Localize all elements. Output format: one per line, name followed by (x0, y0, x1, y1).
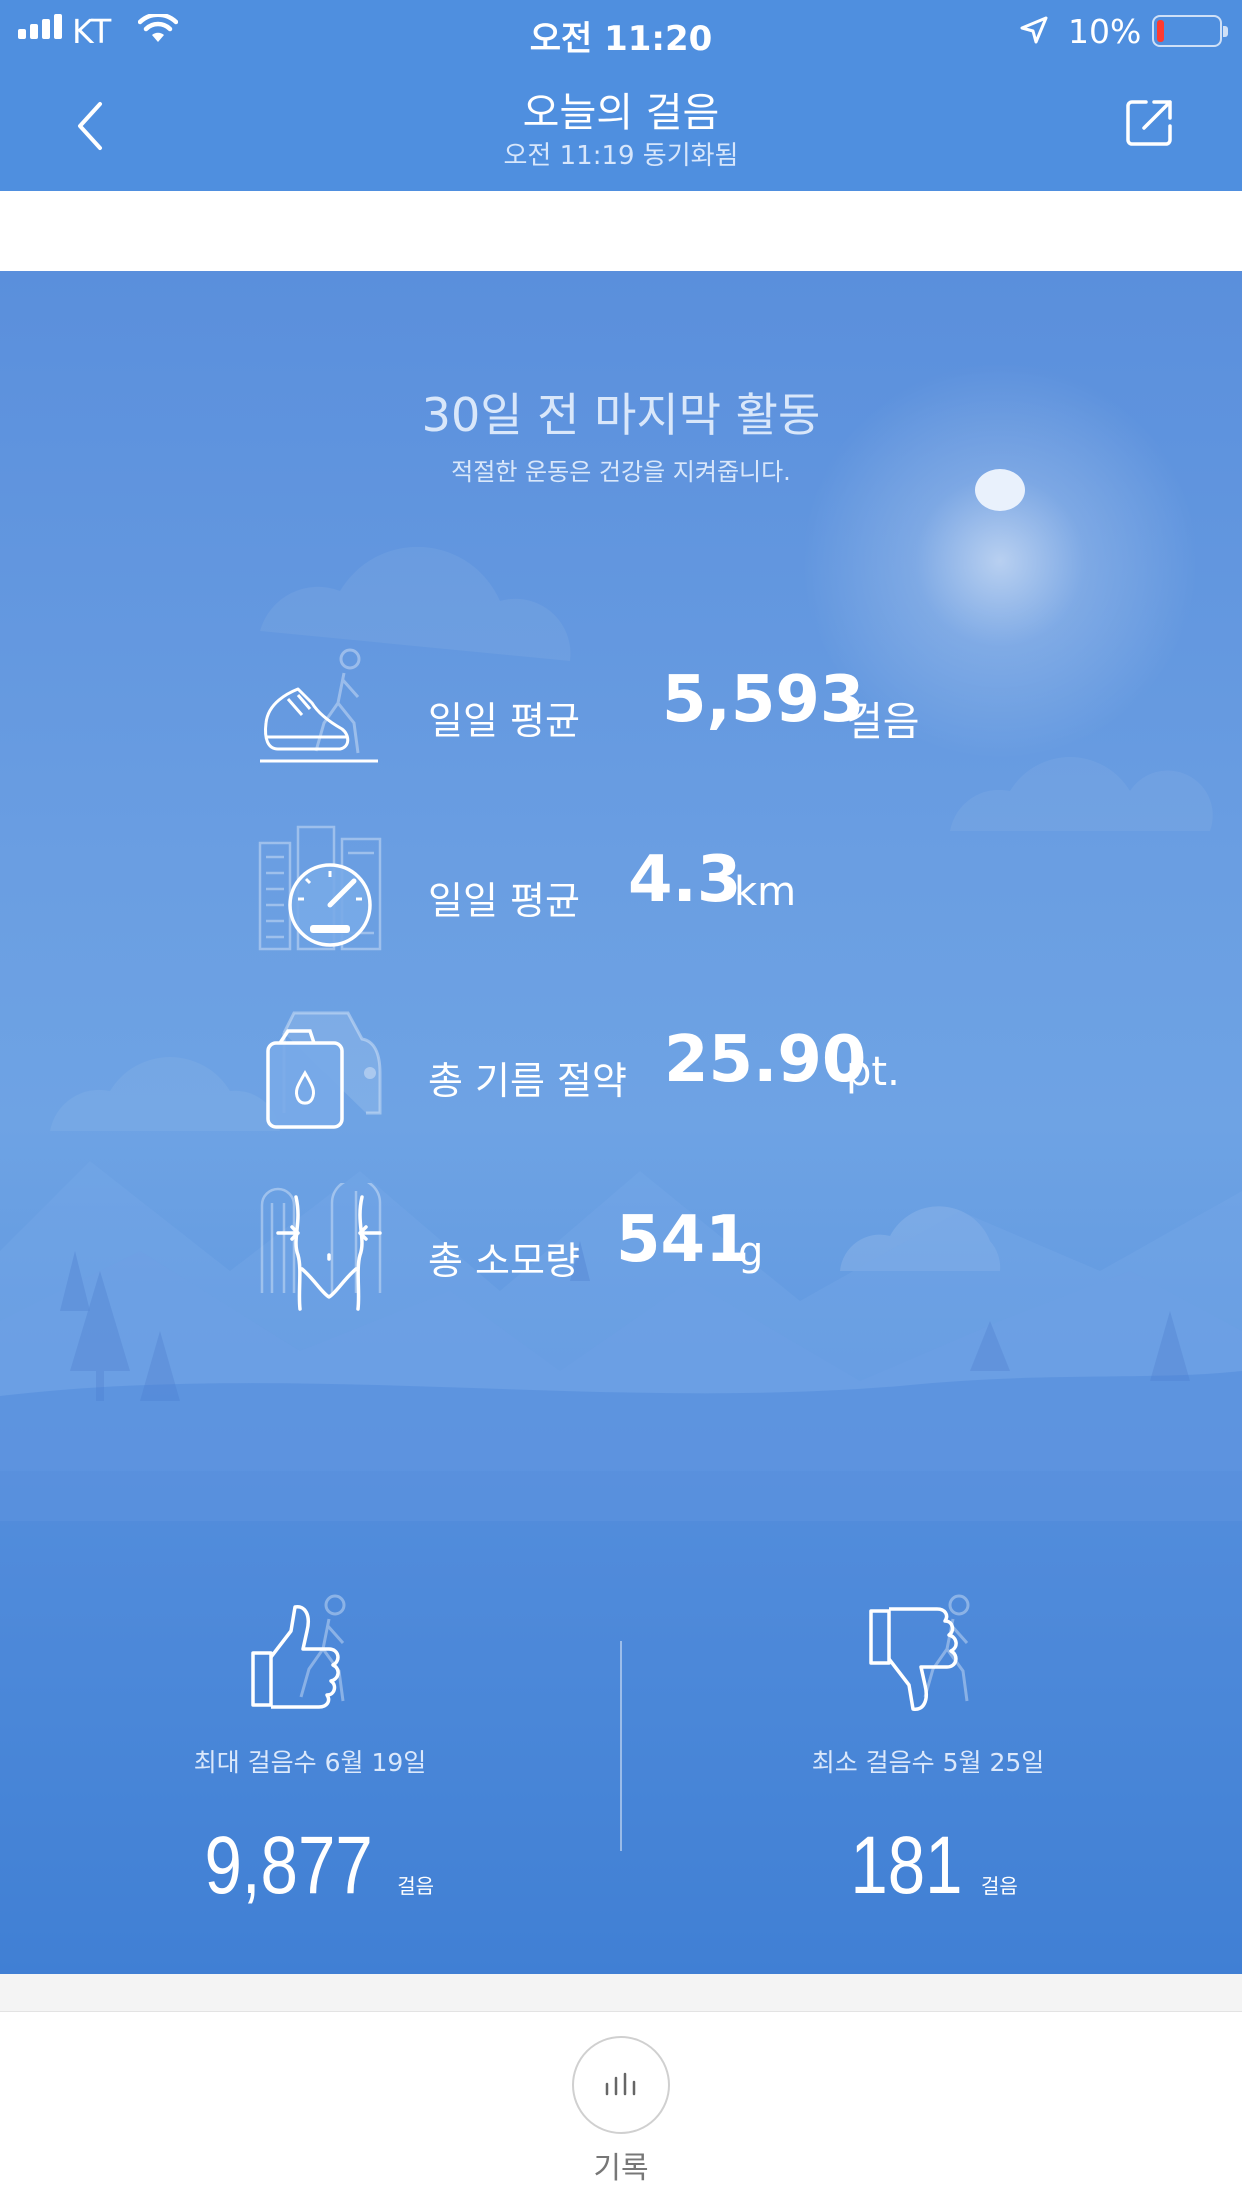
stat-label: 총 소모량 (428, 1239, 580, 1283)
record-min-unit: 걸음 (981, 1874, 1018, 1898)
hero-title: 30일 전 마지막 활동 (421, 388, 821, 442)
record-max-label: 최대 걸음수 6월 19일 (193, 1748, 427, 1777)
stat-label: 총 기름 절약 (428, 1059, 627, 1103)
stat-value: 541 (616, 1203, 750, 1277)
record-max-unit: 걸음 (397, 1874, 434, 1898)
status-time: 오전 11:20 (529, 19, 713, 59)
stat-unit: 걸음 (846, 699, 920, 745)
page-title: 오늘의 걸음 (522, 90, 720, 136)
stat-unit: km (734, 869, 797, 915)
stat-unit: g (738, 1229, 764, 1275)
share-button[interactable] (1124, 96, 1176, 148)
battery-percent: 10% (1068, 12, 1142, 51)
stat-total-burned: 총 소모량 541 g (0, 1183, 1242, 1313)
bar-chart-icon (605, 2072, 636, 2096)
spacer (0, 191, 1242, 271)
stat-value: 25.90 (664, 1023, 867, 1097)
stat-label: 일일 평균 (428, 699, 580, 743)
record-max: 최대 걸음수 6월 19일 9,877 걸음 (60, 1591, 560, 1913)
walking-shoe-icon (260, 648, 378, 763)
fuel-can-icon (266, 1011, 382, 1129)
location-arrow-icon (1020, 16, 1048, 44)
stat-label: 일일 평균 (428, 879, 580, 923)
stat-unit: pt. (846, 1049, 900, 1095)
top-bar: KT 오전 11:20 10% 오늘의 걸음 오전 11:19 동기화됨 (0, 0, 1242, 191)
battery-icon (1152, 15, 1228, 47)
waist-icon (260, 1183, 382, 1311)
sync-status: 오전 11:19 동기화됨 (503, 141, 739, 171)
thumbs-up-icon (251, 1594, 346, 1709)
footer-spacer (0, 1974, 1242, 2012)
stat-value: 5,593 (662, 663, 865, 737)
activity-summary-card: 30일 전 마지막 활동 적절한 운동은 건강을 지켜줍니다. 일일 평균 5,… (0, 271, 1242, 1974)
record-min: 최소 걸음수 5월 25일 181 걸음 (678, 1591, 1178, 1913)
stat-daily-steps: 일일 평균 5,593 걸음 (0, 643, 1242, 773)
speedometer-icon (258, 825, 382, 951)
stat-value: 4.3 (628, 843, 742, 917)
stat-daily-distance: 일일 평균 4.3 km (0, 823, 1242, 953)
record-min-label: 최소 걸음수 5월 25일 (811, 1748, 1045, 1777)
thumbs-down-icon (869, 1594, 970, 1711)
record-min-value: 181 (850, 1820, 963, 1911)
stat-fuel-saved: 총 기름 절약 25.90 pt. (0, 1003, 1242, 1133)
hero-subtitle: 적절한 운동은 건강을 지켜줍니다. (451, 458, 791, 486)
status-bar: KT 오전 11:20 10% (0, 0, 1242, 62)
history-tab-label[interactable]: 기록 (0, 2143, 1242, 2187)
records-divider (620, 1641, 622, 1851)
record-max-value: 9,877 (204, 1820, 373, 1911)
history-tab-button[interactable] (572, 2036, 670, 2134)
